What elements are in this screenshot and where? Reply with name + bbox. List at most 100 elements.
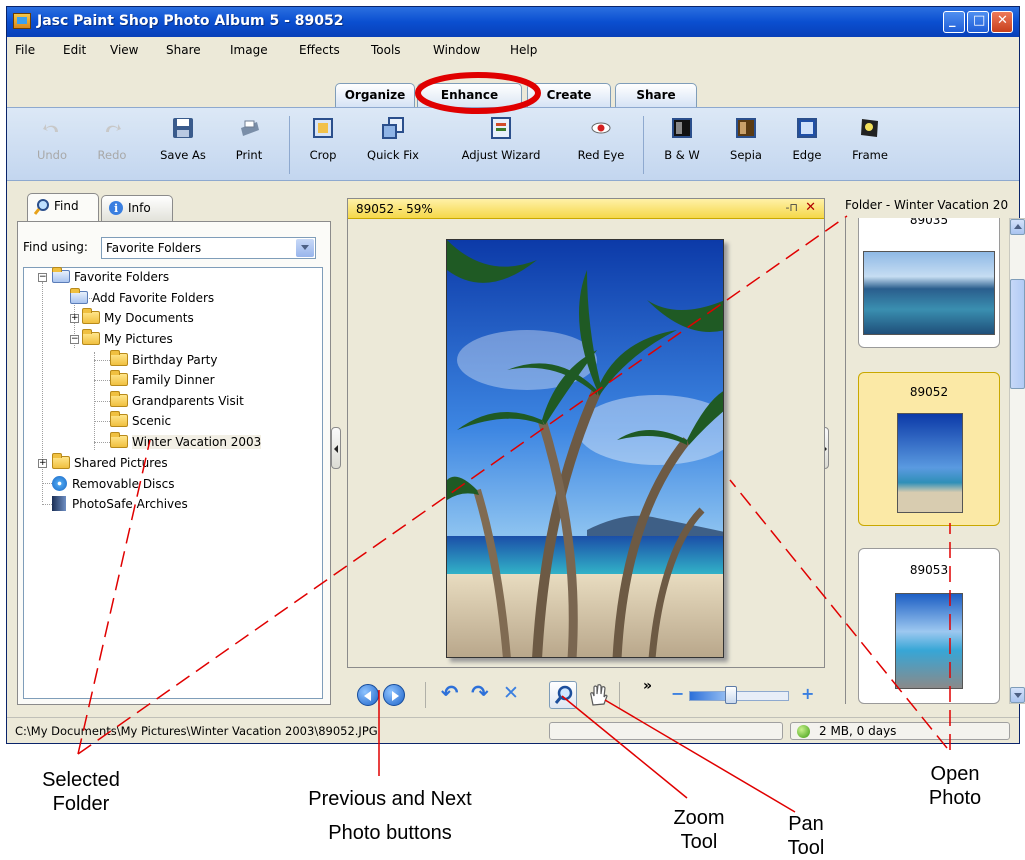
quick-fix-button[interactable]: Quick Fix: [361, 116, 425, 162]
undo-button[interactable]: Undo: [29, 116, 75, 162]
expand-icon[interactable]: +: [38, 459, 47, 468]
redo-button[interactable]: Redo: [89, 116, 135, 162]
zoom-out-icon[interactable]: −: [671, 684, 684, 703]
tree-item-my-documents[interactable]: My Documents: [82, 308, 194, 327]
photo-nav-bar: ↶ ↷ ✕ » − +: [343, 676, 829, 714]
magnifier-icon: [33, 199, 50, 223]
previous-photo-button[interactable]: [357, 684, 379, 706]
red-eye-button[interactable]: Red Eye: [573, 116, 629, 162]
tab-enhance[interactable]: Enhance: [417, 83, 522, 107]
sepia-button[interactable]: Sepia: [725, 116, 767, 162]
red-eye-label: Red Eye: [577, 148, 625, 162]
next-photo-button[interactable]: [383, 684, 405, 706]
tab-share[interactable]: Share: [615, 83, 697, 107]
zoom-in-icon[interactable]: +: [801, 684, 814, 703]
scroll-down-button[interactable]: [1010, 687, 1025, 703]
zoom-slider-thumb[interactable]: [725, 686, 737, 704]
tree-item-winter-vacation-2003[interactable]: Winter Vacation 2003: [110, 432, 262, 451]
tree-item-shared-pictures[interactable]: Shared Pictures: [52, 453, 168, 472]
delete-icon[interactable]: ✕: [503, 682, 519, 704]
menu-image[interactable]: Image: [230, 43, 268, 57]
find-using-label: Find using:: [23, 240, 88, 254]
tree-item-family-dinner[interactable]: Family Dinner: [110, 370, 215, 389]
status-bar: C:\My Documents\My Pictures\Winter Vacat…: [7, 717, 1019, 743]
edge-button[interactable]: Edge: [787, 116, 827, 162]
menu-window[interactable]: Window: [433, 43, 480, 57]
thumbnail-scrollbar[interactable]: [1009, 218, 1025, 704]
scroll-up-button[interactable]: [1010, 219, 1025, 235]
thumbnail-89035[interactable]: 89035: [858, 218, 1000, 348]
toolbar: Undo Redo Save As Print Crop Quick Fix A…: [7, 107, 1019, 181]
menu-share[interactable]: Share: [166, 43, 201, 57]
print-button[interactable]: Print: [227, 116, 271, 162]
tab-organize[interactable]: Organize: [335, 83, 415, 107]
adjust-wizard-button[interactable]: Adjust Wizard: [453, 116, 549, 162]
close-viewer-button[interactable]: ✕: [805, 200, 816, 215]
collapse-icon[interactable]: −: [70, 335, 79, 344]
bw-icon: [670, 116, 694, 140]
pin-icon[interactable]: -⊓: [785, 201, 798, 214]
zoom-tool-button[interactable]: [549, 681, 577, 709]
tree-label: Birthday Party: [132, 353, 218, 367]
save-as-button[interactable]: Save As: [153, 116, 213, 162]
menu-tools[interactable]: Tools: [371, 43, 401, 57]
tree-item-my-pictures[interactable]: My Pictures: [82, 329, 173, 348]
close-button[interactable]: ✕: [991, 11, 1013, 33]
pictures-folder-icon: [52, 453, 70, 469]
expand-icon[interactable]: +: [70, 314, 79, 323]
menu-file[interactable]: File: [15, 43, 35, 57]
viewer-title: 89052 - 59%: [356, 202, 433, 216]
tree-line: [94, 421, 110, 422]
rotate-left-icon[interactable]: ↶: [441, 681, 459, 705]
maximize-button[interactable]: □: [967, 11, 989, 33]
pan-tool-button[interactable]: [583, 681, 611, 709]
tree-item-favorite-folders[interactable]: Favorite Folders: [52, 267, 169, 286]
crop-button[interactable]: Crop: [303, 116, 343, 162]
tab-find[interactable]: Find: [27, 193, 99, 221]
photo-viewer-area: 89052 - 59% -⊓ ✕ ↶ ↷ ✕ » − +: [343, 194, 829, 716]
thumbnail-label: 89053: [909, 563, 949, 577]
crop-label: Crop: [309, 148, 337, 162]
tree-item-photosafe-archives[interactable]: PhotoSafe Archives: [52, 495, 188, 513]
frame-button[interactable]: Frame: [847, 116, 893, 162]
tree-item-removable-discs[interactable]: Removable Discs: [52, 475, 175, 493]
annotation-text: Tool: [680, 831, 718, 853]
eye-icon: [589, 116, 613, 140]
find-using-select[interactable]: Favorite Folders: [101, 237, 316, 259]
zoom-slider[interactable]: [689, 691, 789, 701]
tab-create[interactable]: Create: [527, 83, 611, 107]
menu-view[interactable]: View: [110, 43, 138, 57]
thumbnail-89053[interactable]: 89053: [858, 548, 1000, 704]
maximize-icon: □: [973, 13, 986, 28]
bw-button[interactable]: B & W: [661, 116, 703, 162]
rotate-right-icon[interactable]: ↷: [471, 681, 489, 705]
stage: Jasc Paint Shop Photo Album 5 - 89052 _ …: [0, 0, 1025, 860]
title-bar[interactable]: Jasc Paint Shop Photo Album 5 - 89052 _ …: [7, 7, 1019, 37]
tree-item-scenic[interactable]: Scenic: [110, 411, 171, 430]
menu-effects[interactable]: Effects: [299, 43, 340, 57]
thumbnail-image: [895, 593, 963, 689]
tree-line: [94, 380, 110, 381]
more-tools-icon[interactable]: »: [643, 678, 652, 694]
tree-item-add-favorite[interactable]: Add Favorite Folders: [70, 288, 214, 307]
collapse-icon[interactable]: −: [38, 273, 47, 282]
open-photo[interactable]: [446, 239, 724, 658]
tree-item-grandparents-visit[interactable]: Grandparents Visit: [110, 391, 244, 410]
scrollbar-thumb[interactable]: [1010, 279, 1025, 389]
adjust-wizard-label: Adjust Wizard: [461, 148, 541, 162]
menu-help[interactable]: Help: [510, 43, 537, 57]
collapse-left-panel-handle[interactable]: [331, 427, 341, 469]
minimize-button[interactable]: _: [943, 11, 965, 33]
thumbnail-label: 89052: [909, 385, 949, 399]
tab-info[interactable]: i Info: [101, 195, 173, 221]
tree-label: My Documents: [104, 311, 194, 325]
tree-item-birthday-party[interactable]: Birthday Party: [110, 350, 218, 369]
folder-icon: [110, 411, 128, 427]
chevron-down-icon[interactable]: [296, 239, 314, 257]
annotation-text: Folder: [52, 793, 110, 815]
hand-icon: [587, 683, 609, 710]
mode-tabs: Organize Enhance Create Share: [7, 83, 1019, 107]
archive-icon: [52, 496, 66, 511]
thumbnail-89052[interactable]: 89052: [858, 372, 1000, 526]
menu-edit[interactable]: Edit: [63, 43, 86, 57]
